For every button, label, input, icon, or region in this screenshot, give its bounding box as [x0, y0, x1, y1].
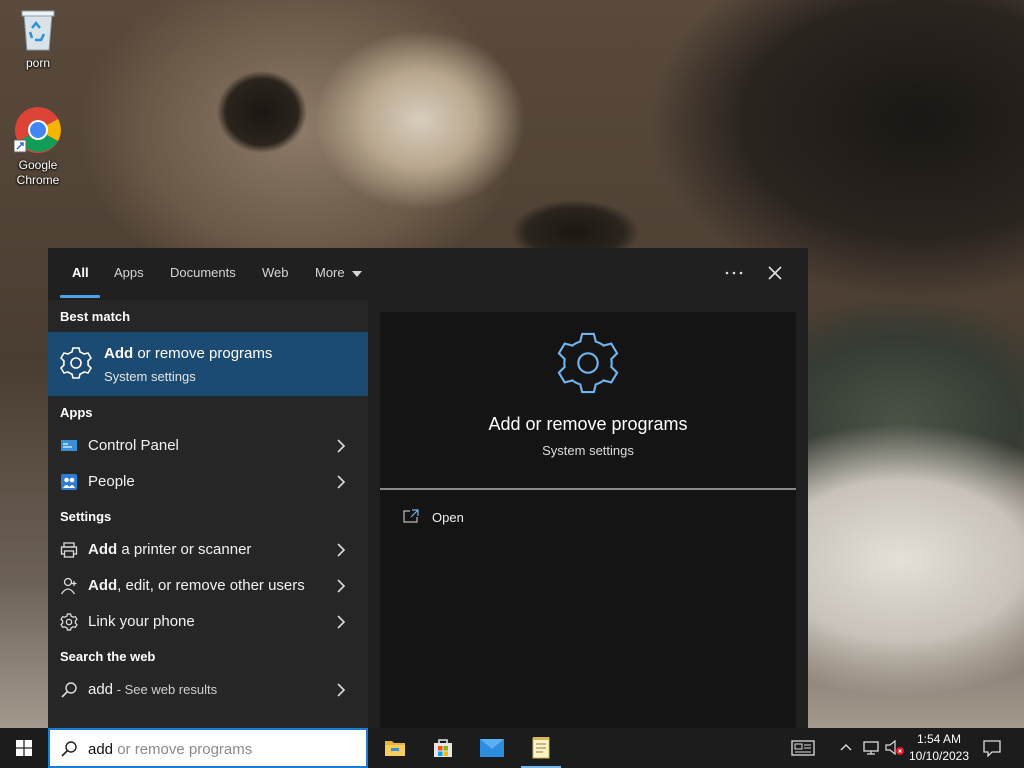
taskbar: add or remove programs 1:54 AM 10/10/202…: [0, 728, 1024, 768]
settings-item-label: Add, edit, or remove other users: [88, 577, 305, 594]
best-match-subtitle: System settings: [104, 369, 196, 384]
section-apps: Apps: [60, 405, 93, 420]
taskbar-microsoft-store[interactable]: [419, 728, 467, 768]
clock-time[interactable]: 1:54 AM: [908, 732, 970, 746]
web-result-label: add - See web results: [88, 681, 217, 698]
chevron-right-icon[interactable]: [335, 682, 347, 698]
network-icon[interactable]: [862, 740, 880, 756]
desktop-icon-recycle-bin[interactable]: porn: [0, 8, 76, 71]
best-match-title-rest: or remove programs: [133, 345, 273, 362]
chevron-right-icon[interactable]: [335, 578, 347, 594]
active-tab-indicator: [60, 295, 100, 298]
best-match-title: Add or remove programs: [104, 345, 272, 362]
desktop-icon-label: Google Chrome: [16, 158, 60, 187]
taskbar-search-box[interactable]: add or remove programs: [48, 728, 368, 768]
person-icon: [60, 577, 77, 595]
section-search-web: Search the web: [60, 649, 156, 664]
chevron-right-icon[interactable]: [335, 438, 347, 454]
best-match-item[interactable]: Add or remove programs System settings: [48, 332, 368, 396]
settings-item-add-printer[interactable]: Add a printer or scanner: [48, 532, 368, 568]
tab-web[interactable]: Web: [262, 265, 289, 280]
caret-down-icon: [352, 270, 363, 277]
open-action[interactable]: Open: [400, 506, 520, 530]
chrome-icon: [14, 107, 61, 153]
settings-item-label: Link your phone: [88, 613, 195, 630]
taskbar-file-explorer[interactable]: [371, 728, 419, 768]
windows-logo-icon: [16, 740, 32, 756]
search-suggestion-text: or remove programs: [113, 741, 253, 758]
search-icon: [61, 741, 77, 757]
gear-icon: [60, 613, 78, 631]
desktop-icon-chrome[interactable]: Google Chrome: [0, 106, 76, 188]
tab-all[interactable]: All: [72, 265, 89, 280]
notifications-icon[interactable]: [982, 739, 1002, 757]
chevron-up-icon[interactable]: [840, 742, 852, 752]
chevron-right-icon[interactable]: [335, 614, 347, 630]
result-detail-pane: Add or remove programs System settings O…: [380, 312, 796, 728]
search-input[interactable]: add or remove programs: [88, 741, 252, 758]
detail-title: Add or remove programs: [488, 414, 688, 434]
volume-muted-icon[interactable]: [885, 739, 905, 757]
section-settings: Settings: [60, 509, 112, 524]
more-options-icon[interactable]: [724, 268, 744, 278]
file-explorer-icon: [385, 741, 405, 756]
open-icon: [403, 509, 419, 523]
web-result-query: add: [88, 681, 114, 698]
mail-icon: [480, 739, 504, 757]
tab-more[interactable]: More: [315, 265, 363, 280]
settings-item-link-phone[interactable]: Link your phone: [48, 604, 368, 640]
settings-item-label-bold: Add: [88, 541, 118, 558]
search-panel: All Apps Documents Web More Best match A…: [48, 248, 808, 728]
gear-icon: [59, 347, 93, 379]
desktop-icon-label: porn: [25, 56, 51, 70]
people-icon: [61, 474, 77, 490]
best-match-title-bold: Add: [104, 345, 134, 362]
web-result-suffix: - See web results: [113, 682, 218, 697]
chevron-right-icon[interactable]: [335, 542, 347, 558]
close-icon[interactable]: [768, 266, 782, 280]
taskbar-notepad[interactable]: [517, 728, 565, 768]
start-button[interactable]: [0, 728, 48, 768]
web-result-item[interactable]: add - See web results: [48, 672, 368, 708]
detail-subtitle: System settings: [542, 443, 634, 458]
tab-more-label: More: [315, 265, 345, 280]
clock-date[interactable]: 10/10/2023: [908, 749, 970, 763]
microsoft-store-icon: [434, 739, 452, 757]
app-item-label: People: [88, 473, 135, 490]
printer-icon: [60, 542, 78, 558]
chevron-right-icon[interactable]: [335, 474, 347, 490]
app-item-label: Control Panel: [88, 437, 179, 454]
news-widget-icon[interactable]: [791, 740, 815, 756]
control-panel-icon: [61, 440, 77, 451]
search-icon: [61, 682, 77, 698]
recycle-bin-icon: [21, 10, 55, 51]
taskbar-mail[interactable]: [468, 728, 516, 768]
app-item-control-panel[interactable]: Control Panel: [48, 428, 368, 464]
section-best-match: Best match: [60, 309, 131, 324]
settings-item-label-rest: a printer or scanner: [117, 541, 252, 558]
open-action-label: Open: [432, 510, 464, 525]
notepad-icon: [532, 737, 550, 759]
app-item-people[interactable]: People: [48, 464, 368, 500]
detail-divider: [380, 488, 796, 490]
results-list: Best match Add or remove programs System…: [48, 300, 368, 728]
settings-item-other-users[interactable]: Add, edit, or remove other users: [48, 568, 368, 604]
tab-documents[interactable]: Documents: [170, 265, 236, 280]
settings-item-label-rest: Link your phone: [88, 613, 195, 630]
settings-item-label: Add a printer or scanner: [88, 541, 251, 558]
settings-item-label-rest: , edit, or remove other users: [117, 577, 305, 594]
search-tabs: All Apps Documents Web More: [48, 248, 808, 300]
settings-item-label-bold: Add: [88, 577, 118, 594]
gear-icon: [557, 332, 619, 394]
search-typed-text: add: [88, 741, 114, 758]
tab-apps[interactable]: Apps: [114, 265, 144, 280]
